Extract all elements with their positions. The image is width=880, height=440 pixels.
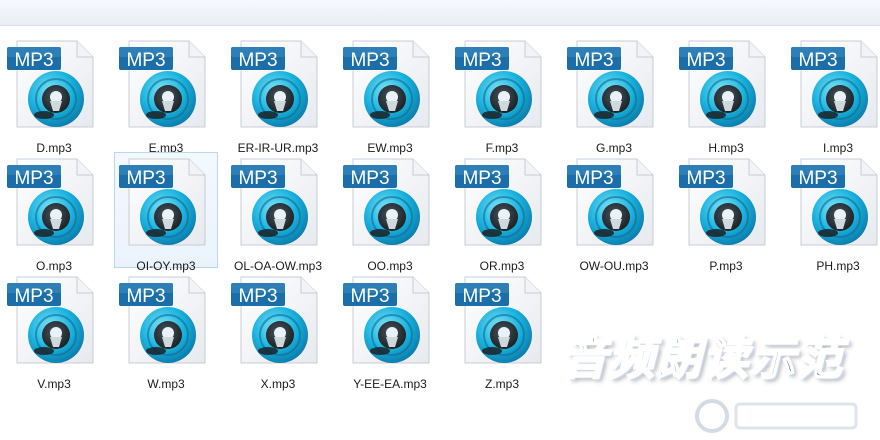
file-item[interactable]: MP3 W.mp3 <box>114 270 218 391</box>
mp3-badge-label: MP3 <box>126 50 165 71</box>
file-item[interactable]: MP3 F.mp3 <box>450 34 554 155</box>
file-item[interactable]: MP3 ER-IR-UR.mp3 <box>226 34 330 164</box>
file-item[interactable]: MP3 X.mp3 <box>226 270 330 391</box>
file-item[interactable]: MP3 G.mp3 <box>562 34 666 155</box>
mp3-file-icon: MP3 <box>119 276 206 364</box>
mp3-badge-label: MP3 <box>798 50 837 71</box>
file-name-label: V.mp3 <box>37 377 71 391</box>
mp3-file-icon: MP3 <box>231 276 318 364</box>
file-name-label: Z.mp3 <box>484 377 519 391</box>
file-item[interactable]: MP3 H.mp3 <box>674 34 778 155</box>
file-item[interactable]: MP3 V.mp3 <box>2 270 106 391</box>
mp3-badge-label: MP3 <box>238 168 277 189</box>
mp3-file-icon: MP3 <box>567 158 654 246</box>
mp3-file-icon: MP3 <box>231 158 318 246</box>
mp3-file-icon: MP3 <box>7 40 94 128</box>
file-name-label: OW-OU.mp3 <box>579 259 649 273</box>
mp3-badge-label: MP3 <box>686 50 725 71</box>
file-name-label: X.mp3 <box>260 377 296 391</box>
file-name-label: Y-EE-EA.mp3 <box>353 377 427 391</box>
mp3-badge-label: MP3 <box>14 168 53 189</box>
mp3-badge-label: MP3 <box>574 168 613 189</box>
file-item[interactable]: MP3 PH.mp3 <box>786 152 880 273</box>
mp3-file-icon: MP3 <box>567 40 654 128</box>
file-name-label: PH.mp3 <box>816 259 860 273</box>
mp3-badge-label: MP3 <box>462 50 501 71</box>
file-name-label: P.mp3 <box>709 259 743 273</box>
window-top-strip <box>0 0 880 26</box>
file-item[interactable]: MP3 OW-OU.mp3 <box>562 152 666 273</box>
mp3-badge-label: MP3 <box>462 168 501 189</box>
mp3-file-icon: MP3 <box>455 40 542 128</box>
mp3-file-icon: MP3 <box>343 40 430 128</box>
mp3-badge-label: MP3 <box>350 168 389 189</box>
mp3-badge-label: MP3 <box>126 286 165 307</box>
mp3-file-icon: MP3 <box>679 40 766 128</box>
mp3-badge-label: MP3 <box>350 286 389 307</box>
mp3-badge-label: MP3 <box>350 50 389 71</box>
mp3-file-icon: MP3 <box>119 158 206 246</box>
file-item[interactable]: MP3 P.mp3 <box>674 152 778 273</box>
file-item[interactable]: MP3 OI-OY.mp3 <box>114 152 218 273</box>
mp3-badge-label: MP3 <box>126 168 165 189</box>
mp3-file-icon: MP3 <box>119 40 206 128</box>
file-item[interactable]: MP3 EW.mp3 <box>338 34 442 155</box>
file-name-label: W.mp3 <box>147 377 185 391</box>
mp3-file-icon: MP3 <box>343 158 430 246</box>
watermark-logo-icon <box>695 399 858 433</box>
file-item[interactable]: MP3 O.mp3 <box>2 152 106 273</box>
file-item[interactable]: MP3 I.mp3 <box>786 34 880 155</box>
mp3-badge-label: MP3 <box>14 50 53 71</box>
file-item[interactable]: MP3 Y-EE-EA.mp3 <box>338 270 442 391</box>
mp3-badge-label: MP3 <box>462 286 501 307</box>
mp3-badge-label: MP3 <box>574 50 613 71</box>
file-item[interactable]: MP3 OO.mp3 <box>338 152 442 273</box>
banner-title: 音频朗读示范 <box>561 331 845 386</box>
mp3-file-icon: MP3 <box>343 276 430 364</box>
mp3-file-icon: MP3 <box>679 158 766 246</box>
mp3-file-icon: MP3 <box>455 276 542 364</box>
mp3-badge-label: MP3 <box>686 168 725 189</box>
mp3-file-icon: MP3 <box>791 40 878 128</box>
mp3-badge-label: MP3 <box>798 168 837 189</box>
mp3-file-icon: MP3 <box>231 40 318 128</box>
file-item[interactable]: MP3 OL-OA-OW.mp3 <box>226 152 330 282</box>
mp3-badge-label: MP3 <box>238 286 277 307</box>
mp3-file-icon: MP3 <box>7 276 94 364</box>
file-item[interactable]: MP3 E.mp3 <box>114 34 218 155</box>
file-item[interactable]: MP3 D.mp3 <box>2 34 106 155</box>
file-item[interactable]: MP3 Z.mp3 <box>450 270 554 391</box>
mp3-file-icon: MP3 <box>791 158 878 246</box>
mp3-file-icon: MP3 <box>7 158 94 246</box>
mp3-file-icon: MP3 <box>455 158 542 246</box>
mp3-badge-label: MP3 <box>14 286 53 307</box>
file-item[interactable]: MP3 OR.mp3 <box>450 152 554 273</box>
mp3-badge-label: MP3 <box>238 50 277 71</box>
